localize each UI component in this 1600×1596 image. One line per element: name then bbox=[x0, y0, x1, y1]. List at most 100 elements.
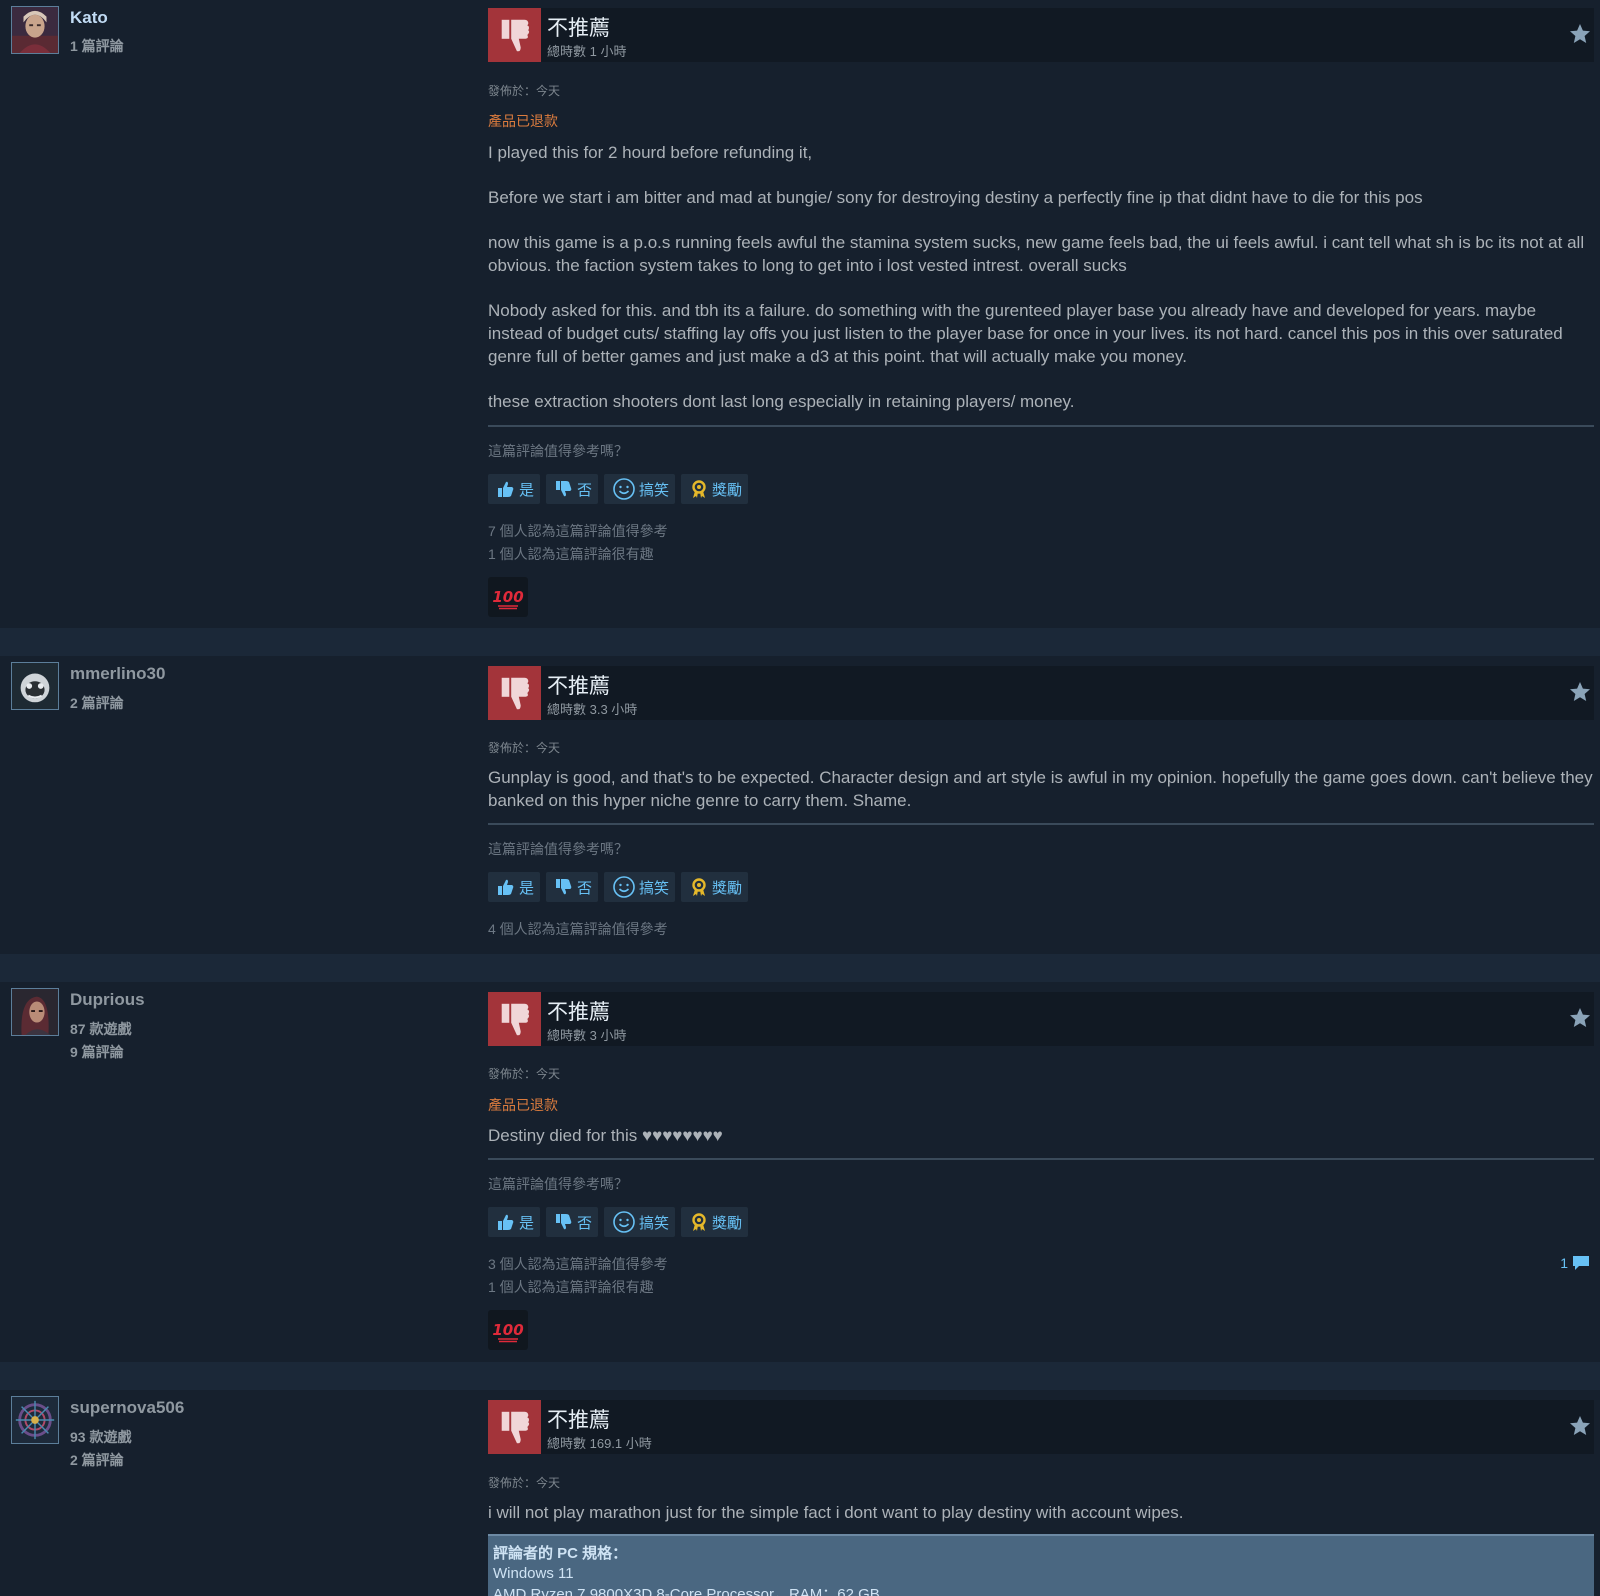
vote-no-button[interactable]: 否 bbox=[546, 474, 599, 504]
review-count[interactable]: 9 篇評論 bbox=[70, 1042, 124, 1062]
playtime: 總時數 169.1 小時 bbox=[547, 1436, 652, 1451]
reviews-page: Kato 1 篇評論 不推薦 總時數 1 小時 發佈於：今天 產品已退款 I p… bbox=[0, 0, 1600, 1596]
review-count[interactable]: 2 篇評論 bbox=[70, 1450, 124, 1470]
review-text: Destiny died for this ♥♥♥♥♥♥♥♥ bbox=[488, 1124, 1594, 1169]
posted-date: 發佈於：今天 bbox=[488, 1067, 561, 1081]
vote-funny-button[interactable]: 搞笑 bbox=[604, 872, 676, 902]
games-count[interactable]: 87 款遊戲 bbox=[70, 1019, 131, 1039]
award-label: 獎勵 bbox=[712, 481, 743, 499]
verdict-header[interactable]: 不推薦 總時數 1 小時 bbox=[488, 8, 1594, 62]
smiley-icon bbox=[612, 477, 636, 501]
review-paragraph: Gunplay is good, and that's to be expect… bbox=[488, 768, 1593, 810]
avatar[interactable] bbox=[11, 6, 59, 54]
smiley-icon bbox=[612, 875, 636, 899]
review-card: mmerlino30 2 篇評論 不推薦 總時數 3.3 小時 發佈於：今天 G… bbox=[0, 656, 1600, 954]
verdict-title[interactable]: 不推薦 bbox=[547, 996, 610, 1026]
review-paragraph: Destiny died for this ♥♥♥♥♥♥♥♥ bbox=[488, 1126, 723, 1145]
funny-count: 1 個人認為這篇評論很有趣 bbox=[488, 1279, 654, 1295]
thumbs-up-icon bbox=[496, 479, 516, 499]
refunded-label: 產品已退款 bbox=[488, 113, 558, 129]
review-paragraph: now this game is a p.o.s running feels a… bbox=[488, 233, 1585, 275]
posted-date: 發佈於：今天 bbox=[488, 741, 561, 755]
divider bbox=[488, 823, 1594, 825]
vote-funny-button[interactable]: 搞笑 bbox=[604, 474, 676, 504]
star-icon bbox=[1570, 1008, 1590, 1027]
review-paragraph: i will not play marathon just for the si… bbox=[488, 1503, 1184, 1522]
star-icon bbox=[1570, 24, 1590, 43]
vote-no-label: 否 bbox=[577, 879, 593, 897]
award-button[interactable]: 獎勵 bbox=[681, 872, 749, 902]
vote-funny-label: 搞笑 bbox=[639, 481, 670, 499]
avatar[interactable] bbox=[11, 662, 59, 710]
review-count[interactable]: 2 篇評論 bbox=[70, 693, 124, 713]
thumbs-down-icon bbox=[488, 992, 541, 1046]
vote-buttons: 是 否 搞笑 獎勵 bbox=[488, 1207, 749, 1237]
award-button[interactable]: 獎勵 bbox=[681, 1207, 749, 1237]
vote-no-button[interactable]: 否 bbox=[546, 1207, 599, 1237]
username[interactable]: Duprious bbox=[70, 990, 145, 1010]
verdict-header[interactable]: 不推薦 總時數 3.3 小時 bbox=[488, 666, 1594, 720]
review-text: I played this for 2 hourd before refundi… bbox=[488, 141, 1594, 435]
helpful-question: 這篇評論值得參考嗎？ bbox=[488, 1176, 628, 1192]
helpful-count: 4 個人認為這篇評論值得參考 bbox=[488, 921, 668, 937]
thumbs-up-icon bbox=[496, 877, 516, 897]
games-count[interactable]: 93 款遊戲 bbox=[70, 1427, 131, 1447]
playtime: 總時數 1 小時 bbox=[547, 44, 627, 59]
star-icon bbox=[1570, 682, 1590, 701]
thumbs-down-icon bbox=[554, 1212, 574, 1232]
award-button[interactable]: 獎勵 bbox=[681, 474, 749, 504]
review-paragraph: Nobody asked for this. and tbh its a fai… bbox=[488, 301, 1563, 366]
posted-date: 發佈於：今天 bbox=[488, 84, 561, 98]
vote-funny-button[interactable]: 搞笑 bbox=[604, 1207, 676, 1237]
username[interactable]: mmerlino30 bbox=[70, 664, 165, 684]
refunded-label: 產品已退款 bbox=[488, 1097, 558, 1113]
divider bbox=[488, 1158, 1594, 1160]
vote-funny-label: 搞笑 bbox=[639, 879, 670, 897]
thumbs-down-icon bbox=[488, 666, 541, 720]
vote-yes-button[interactable]: 是 bbox=[488, 474, 541, 504]
vote-yes-button[interactable]: 是 bbox=[488, 872, 541, 902]
review-count[interactable]: 1 篇評論 bbox=[70, 36, 124, 56]
helpful-count: 3 個人認為這篇評論值得參考 bbox=[488, 1256, 668, 1272]
review-card: Kato 1 篇評論 不推薦 總時數 1 小時 發佈於：今天 產品已退款 I p… bbox=[0, 0, 1600, 628]
svg-text:100: 100 bbox=[492, 1321, 523, 1339]
award-label: 獎勵 bbox=[712, 879, 743, 897]
thumbs-down-icon bbox=[488, 8, 541, 62]
hundred-points-icon[interactable]: 100 bbox=[488, 1310, 528, 1350]
star-icon bbox=[1570, 1416, 1590, 1435]
playtime: 總時數 3 小時 bbox=[547, 1028, 627, 1043]
award-icon bbox=[689, 877, 709, 897]
specs-hardware: AMD Ryzen 7 9800X3D 8-Core Processor，RAM… bbox=[493, 1586, 880, 1596]
avatar[interactable] bbox=[11, 1396, 59, 1444]
verdict-title[interactable]: 不推薦 bbox=[547, 12, 610, 42]
funny-count: 1 個人認為這篇評論很有趣 bbox=[488, 546, 654, 562]
username[interactable]: supernova506 bbox=[70, 1398, 184, 1418]
vote-no-label: 否 bbox=[577, 1214, 593, 1232]
verdict-title[interactable]: 不推薦 bbox=[547, 1404, 610, 1434]
helpful-question: 這篇評論值得參考嗎？ bbox=[488, 841, 628, 857]
playtime: 總時數 3.3 小時 bbox=[547, 702, 638, 717]
divider bbox=[488, 425, 1594, 427]
posted-date: 發佈於：今天 bbox=[488, 1476, 561, 1490]
vote-no-button[interactable]: 否 bbox=[546, 872, 599, 902]
vote-yes-button[interactable]: 是 bbox=[488, 1207, 541, 1237]
verdict-header[interactable]: 不推薦 總時數 169.1 小時 bbox=[488, 1400, 1594, 1454]
vote-yes-label: 是 bbox=[519, 481, 535, 499]
vote-yes-label: 是 bbox=[519, 1214, 535, 1232]
thumbs-down-icon bbox=[554, 479, 574, 499]
pc-specs: 評論者的 PC 規格： Windows 11 AMD Ryzen 7 9800X… bbox=[488, 1534, 1594, 1596]
avatar[interactable] bbox=[11, 988, 59, 1036]
vote-buttons: 是 否 搞笑 獎勵 bbox=[488, 872, 749, 902]
vote-funny-label: 搞笑 bbox=[639, 1214, 670, 1232]
comment-icon bbox=[1573, 1256, 1589, 1270]
comment-count[interactable]: 1 bbox=[1560, 1255, 1590, 1271]
review-paragraph: these extraction shooters dont last long… bbox=[488, 392, 1075, 411]
username[interactable]: Kato bbox=[70, 8, 108, 28]
helpful-count: 7 個人認為這篇評論值得參考 bbox=[488, 523, 668, 539]
verdict-header[interactable]: 不推薦 總時數 3 小時 bbox=[488, 992, 1594, 1046]
vote-buttons: 是 否 搞笑 獎勵 bbox=[488, 474, 749, 504]
thumbs-down-icon bbox=[554, 877, 574, 897]
verdict-title[interactable]: 不推薦 bbox=[547, 670, 610, 700]
hundred-points-icon[interactable]: 100 bbox=[488, 577, 528, 617]
review-paragraph: Before we start i am bitter and mad at b… bbox=[488, 188, 1423, 207]
